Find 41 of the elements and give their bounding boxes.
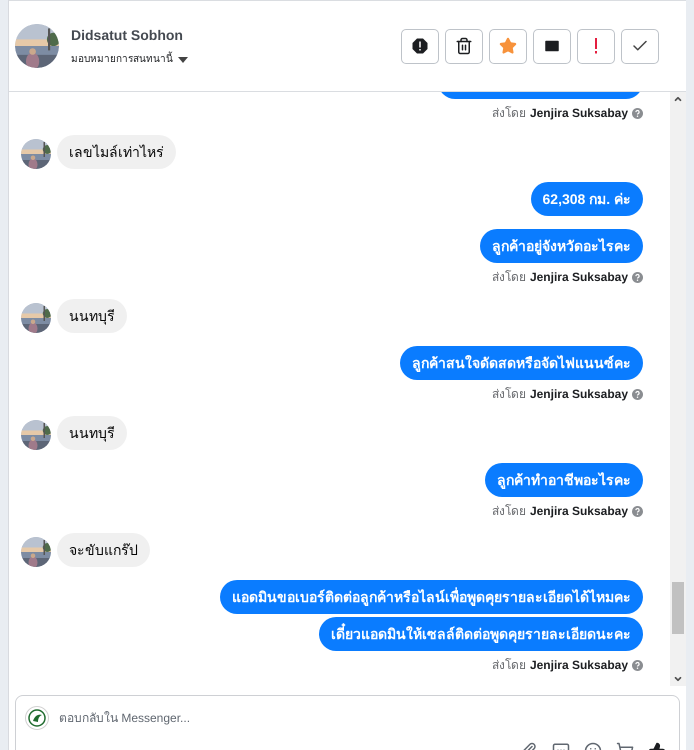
- sent-by-label: ส่งโดย: [492, 105, 526, 122]
- scroll-down-icon[interactable]: [673, 674, 683, 684]
- sender-name: Jenjira Suksabay: [530, 105, 628, 122]
- message-bubble: จะขับแกร๊ป: [57, 533, 150, 567]
- message-bubble: แอดมินขอเบอร์ติดต่อลูกค้าหรือไลน์เพื่อพูดคุยรายละเอียดได้ไหมคะ: [220, 580, 643, 614]
- help-icon: [632, 108, 643, 118]
- sent-by-label: ส่งโดย: [492, 386, 526, 403]
- toolbar-button[interactable]: [401, 28, 439, 64]
- message-bubble: ลูกค้าอยู่จังหวัดอะไรคะ: [480, 229, 643, 263]
- sender-name: Jenjira Suksabay: [530, 269, 628, 286]
- sender-name: Jenjira Suksabay: [530, 503, 628, 520]
- message-bubble: ลูกค้าทำอาชีพอะไรคะ: [485, 463, 643, 497]
- assign-dropdown[interactable]: มอบหมายการสนทนานี้: [71, 52, 188, 67]
- toolbar-button[interactable]: [445, 28, 483, 64]
- help-icon: [632, 660, 643, 670]
- caret-icon: [178, 56, 188, 62]
- toolbar-button[interactable]: [533, 28, 571, 64]
- message-bubble: เลขไมล์เท่าไหร่: [57, 135, 176, 169]
- alert-octagon-icon: [411, 37, 429, 55]
- scrollbar[interactable]: [670, 92, 686, 686]
- star-icon: [499, 37, 517, 55]
- sender-name: Jenjira Suksabay: [530, 657, 628, 674]
- scrollbar-thumb[interactable]: [672, 582, 684, 634]
- logo-icon: [25, 706, 49, 730]
- sent-by-label: ส่งโดย: [492, 503, 526, 520]
- exclamation-icon: [593, 37, 599, 55]
- sent-by-label: ส่งโดย: [492, 657, 526, 674]
- trash-icon: [455, 37, 473, 55]
- scroll-up-icon[interactable]: [673, 94, 683, 104]
- help-icon: [632, 506, 643, 516]
- sender-name: Jenjira Suksabay: [530, 386, 628, 403]
- reply-input[interactable]: ตอบกลับใน Messenger...: [59, 709, 670, 727]
- help-icon: [632, 388, 643, 400]
- message-bubble: 62,308 กม. ค่ะ: [530, 182, 643, 216]
- sent-by-label: ส่งโดย: [492, 269, 526, 286]
- help-icon: [632, 272, 643, 282]
- message-bubble: นนทบุรี: [57, 299, 127, 333]
- contact-name: Didsatut Sobhon: [71, 26, 184, 45]
- message-bubble: เดี๋ยวแอดมินให้เซลล์ติดต่อพูดคุยรายละเอียดนะคะ: [319, 617, 643, 651]
- message-bubble: นนทบุรี: [57, 416, 127, 450]
- message-bubble: ลูกค้าสนใจดัดสดหรือจัดไฟแนนซ์คะ: [400, 346, 643, 380]
